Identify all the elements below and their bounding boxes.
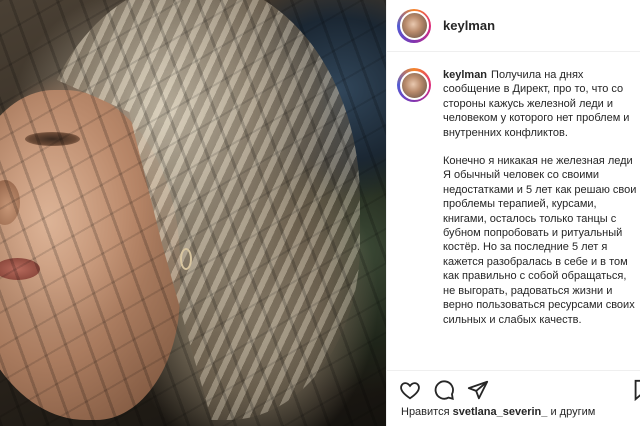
caption-avatar[interactable] xyxy=(397,68,431,102)
post-photo[interactable] xyxy=(0,0,386,426)
post-caption: keylman Получила на днях сообщение в Дире… xyxy=(397,68,637,327)
heart-icon[interactable] xyxy=(399,379,421,401)
comment-icon[interactable] xyxy=(433,379,455,401)
likes-line: Нравится svetlana_severin_ и другим xyxy=(401,406,595,418)
likes-user[interactable]: svetlana_severin_ xyxy=(453,406,548,418)
header-username[interactable]: keylman xyxy=(443,18,495,33)
caption-paragraph-2: Конечно я никакая не железная леди xyxy=(443,155,633,168)
bookmark-icon[interactable] xyxy=(631,379,640,401)
photo-shadows xyxy=(0,0,386,426)
caption-body: keylman Получила на днях сообщение в Дире… xyxy=(443,68,640,327)
share-icon[interactable] xyxy=(467,379,489,401)
avatar-image xyxy=(399,11,429,40)
likes-suffix[interactable]: и другим xyxy=(550,406,595,418)
caption-paragraph-3: Я обычный человек со своими недостатками… xyxy=(443,169,637,326)
post-side-panel: keylman keylman Получила на днях сообщени… xyxy=(386,0,640,426)
header-avatar[interactable] xyxy=(397,8,431,43)
likes-prefix: Нравится xyxy=(401,406,450,418)
post-actions xyxy=(387,370,640,401)
caption-username[interactable]: keylman xyxy=(443,69,487,81)
avatar-image xyxy=(399,70,429,100)
post-header: keylman xyxy=(387,0,640,52)
